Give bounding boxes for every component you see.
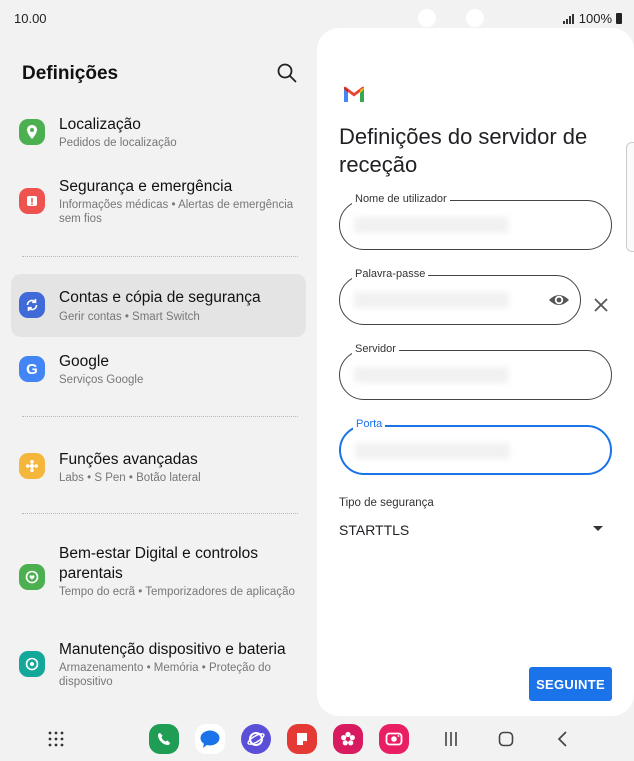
setting-subtitle: Serviços Google — [59, 374, 144, 386]
settings-item-google[interactable]: G Google Serviços Google — [11, 345, 306, 397]
divider — [22, 256, 298, 257]
eye-icon — [549, 295, 569, 305]
settings-item-wellbeing[interactable]: Bem-estar Digital e controlos parentais … — [11, 538, 306, 618]
gmail-server-settings-panel: Definições do servidor de receção Nome d… — [317, 28, 634, 716]
notes-app-button[interactable] — [287, 724, 317, 754]
browser-icon — [247, 732, 265, 746]
clear-password-button[interactable] — [592, 296, 610, 314]
camera-cutout-right — [466, 9, 484, 27]
settings-panel: Definições Localização Pedidos de locali… — [0, 36, 317, 716]
form-heading: Definições do servidor de receção — [339, 124, 588, 177]
sync-icon — [19, 292, 45, 318]
settings-item-location[interactable]: Localização Pedidos de localização — [11, 108, 306, 160]
home-icon — [498, 731, 514, 747]
username-value-redacted — [354, 217, 509, 233]
setting-title: Funções avançadas — [59, 451, 198, 468]
gmail-logo-icon — [344, 86, 364, 102]
server-field[interactable]: Servidor — [339, 343, 612, 400]
setting-title: Contas e cópia de segurança — [59, 289, 261, 306]
password-field[interactable]: Palavra-passe — [339, 268, 581, 325]
location-icon — [19, 119, 45, 145]
signal-icon — [562, 13, 575, 24]
server-value-redacted — [354, 367, 509, 383]
home-button[interactable] — [497, 730, 515, 753]
messages-app-button[interactable] — [195, 724, 225, 754]
setting-title: Manutenção dispositivo e bateria — [59, 641, 286, 658]
app-drawer-button[interactable] — [46, 729, 66, 754]
divider — [22, 416, 298, 417]
status-indicators: 100% — [562, 11, 622, 26]
back-icon — [557, 731, 567, 747]
username-field[interactable]: Nome de utilizador — [339, 193, 612, 250]
page-title: Definições — [22, 63, 119, 84]
setting-title: Bem-estar Digital e controlos parentais — [59, 545, 258, 582]
setting-subtitle: Informações médicas • Alertas de emergên… — [59, 199, 294, 225]
port-value-redacted — [355, 443, 510, 459]
setting-subtitle: Gerir contas • Smart Switch — [59, 311, 200, 323]
status-time: 10.00 — [14, 11, 47, 26]
apps-grid-icon — [48, 731, 64, 747]
setting-subtitle: Labs • S Pen • Botão lateral — [59, 472, 201, 484]
wellbeing-icon — [19, 564, 45, 590]
settings-item-safety[interactable]: Segurança e emergência Informações médic… — [11, 170, 306, 236]
setting-subtitle: Pedidos de localização — [59, 137, 177, 149]
security-type-label: Tipo de segurança — [339, 497, 434, 509]
search-button[interactable] — [276, 62, 298, 84]
phone-app-button[interactable] — [149, 724, 179, 754]
battery-icon — [616, 13, 622, 24]
notes-icon — [297, 733, 307, 745]
device-care-icon — [19, 651, 45, 677]
port-field[interactable]: Porta — [339, 418, 612, 475]
battery-percent: 100% — [578, 11, 612, 26]
setting-subtitle: Tempo do ecrã • Temporizadores de aplica… — [59, 586, 295, 598]
emergency-icon — [19, 188, 45, 214]
settings-item-accounts[interactable]: Contas e cópia de segurança Gerir contas… — [11, 274, 306, 337]
next-button[interactable]: SEGUINTE — [529, 667, 612, 701]
puzzle-icon — [19, 453, 45, 479]
flower-icon — [341, 731, 355, 746]
messages-icon — [200, 730, 220, 748]
phone-icon — [158, 733, 170, 745]
back-button[interactable] — [554, 730, 572, 753]
google-icon: G — [19, 356, 45, 382]
divider — [22, 513, 298, 514]
camera-cutout — [418, 9, 436, 27]
server-label: Servidor — [352, 343, 399, 355]
close-icon — [594, 298, 608, 312]
setting-title: Localização — [59, 116, 141, 133]
edge-panel-handle[interactable] — [626, 142, 634, 252]
port-label: Porta — [353, 418, 386, 430]
dropdown-arrow-icon — [593, 526, 603, 531]
username-label: Nome de utilizador — [352, 193, 450, 205]
toggle-password-visibility-button[interactable] — [548, 290, 570, 310]
internet-app-button[interactable] — [241, 724, 271, 754]
security-type-value: STARTTLS — [339, 522, 410, 538]
settings-item-advanced[interactable]: Funções avançadas Labs • S Pen • Botão l… — [11, 442, 306, 494]
security-type-dropdown[interactable]: STARTTLS — [339, 518, 607, 544]
navigation-bar — [0, 716, 634, 761]
recent-apps-icon — [445, 732, 457, 746]
password-label: Palavra-passe — [352, 268, 429, 280]
camera-icon — [385, 732, 403, 746]
search-icon — [277, 63, 297, 83]
camera-app-button[interactable] — [379, 724, 409, 754]
setting-title: Segurança e emergência — [59, 178, 233, 195]
settings-item-device-care[interactable]: Manutenção dispositivo e bateria Armazen… — [11, 634, 306, 698]
setting-subtitle: Armazenamento • Memória • Proteção do di… — [59, 662, 271, 688]
recent-apps-button[interactable] — [442, 730, 460, 753]
setting-title: Google — [59, 353, 109, 370]
password-value-redacted — [354, 292, 509, 308]
gallery-app-button[interactable] — [333, 724, 363, 754]
